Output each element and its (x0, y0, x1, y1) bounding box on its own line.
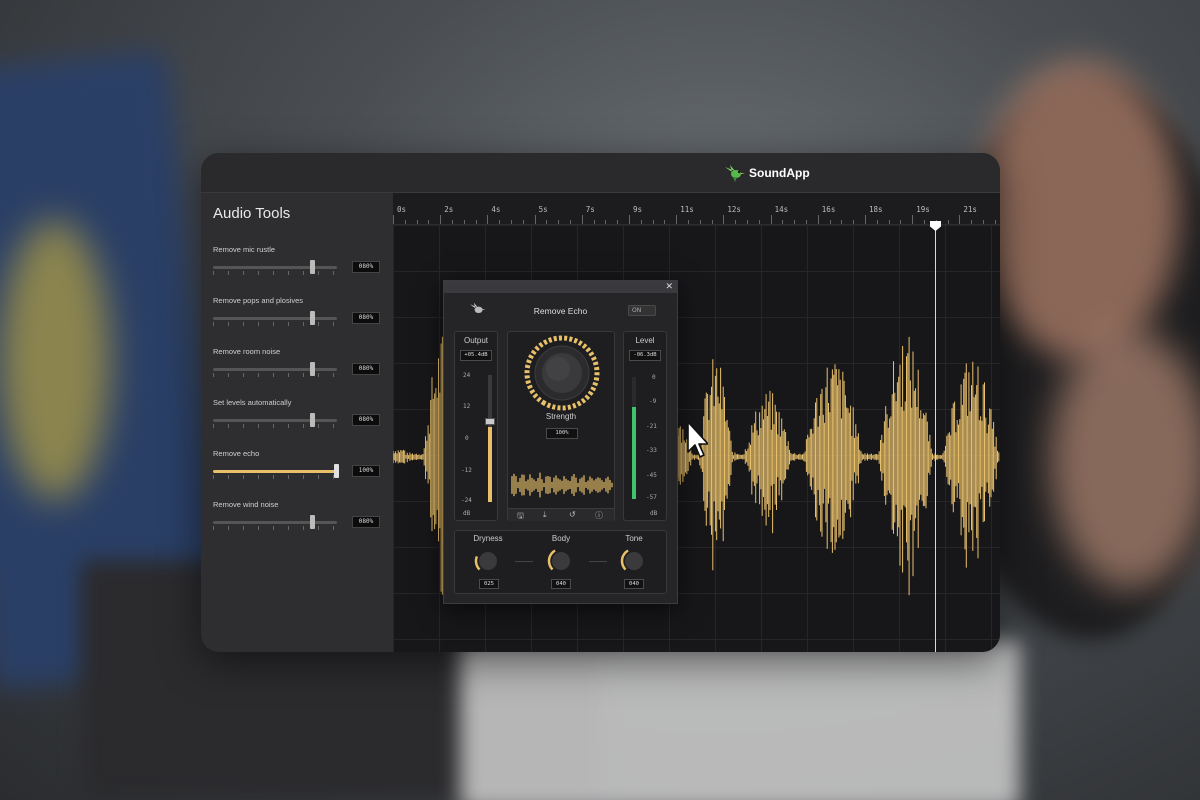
value-box[interactable]: 080% (352, 363, 380, 375)
plugin-title-bar[interactable]: ✕ (444, 281, 677, 293)
tool-remove-mic-rustle: Remove mic rustle 080% (213, 245, 383, 289)
sidebar-title: Audio Tools (213, 205, 291, 222)
tool-label: Remove room noise (213, 347, 281, 356)
slider-thumb[interactable] (310, 311, 315, 325)
level-panel: Level -06.3dB 0 -9 -21 -33 -45 -57 dB (623, 331, 667, 521)
tool-set-levels: Set levels automatically 080% (213, 398, 383, 442)
ruler-tick-label: 12s (727, 205, 741, 214)
dryness-group: Dryness (463, 534, 513, 543)
download-icon[interactable]: ⤓ (543, 510, 547, 520)
playhead-line[interactable] (935, 223, 936, 652)
slider-thumb[interactable] (310, 515, 315, 529)
strength-knob[interactable] (522, 335, 602, 411)
mini-waveform-path (511, 472, 613, 498)
slider-track[interactable] (213, 470, 337, 473)
info-icon[interactable]: ⓘ (595, 510, 603, 521)
body-label: Body (551, 534, 571, 543)
slider-thumb[interactable] (310, 260, 315, 274)
slider-track[interactable] (213, 419, 337, 422)
tool-label: Remove pops and plosives (213, 296, 304, 305)
plugin-actions: 🖫 ⤓ ↺ ⓘ (508, 508, 614, 521)
tone-knob[interactable] (620, 547, 648, 575)
tone-readout[interactable]: 040 (624, 579, 644, 589)
slider-track[interactable] (213, 266, 337, 269)
level-unit: dB (650, 510, 658, 517)
output-panel: Output +05.4dB 24 12 0 -12 -24 dB (454, 331, 498, 521)
tool-label: Remove mic rustle (213, 245, 276, 254)
strength-label: Strength (545, 412, 577, 421)
ruler-tick-label: 5s (538, 205, 548, 214)
value-box[interactable]: 080% (352, 312, 380, 324)
strength-readout[interactable]: 100% (546, 428, 578, 439)
save-icon[interactable]: 🖫 (517, 510, 524, 524)
ruler-tick-label: 4s (491, 205, 501, 214)
output-label: Output (463, 336, 488, 345)
title-bar: SoundApp (201, 153, 1000, 193)
output-fader-fill (488, 427, 492, 502)
slider-thumb[interactable] (310, 362, 315, 376)
slider-thumb[interactable] (334, 464, 339, 478)
tone-group: Tone (608, 534, 660, 543)
tool-remove-room-noise: Remove room noise 080% (213, 347, 383, 391)
app-name: SoundApp (749, 166, 810, 180)
body-readout[interactable]: 040 (551, 579, 571, 589)
timeline-ruler[interactable]: 0s 2s 4s 5s 7s 9s 11s 12s 14s 16s 18s 19s 21s (393, 193, 1000, 225)
slider-track[interactable] (213, 317, 337, 320)
value-box[interactable]: 100% (352, 465, 380, 477)
tool-remove-pops: Remove pops and plosives 080% (213, 296, 383, 340)
tool-label: Remove wind noise (213, 500, 279, 509)
reset-icon[interactable]: ↺ (569, 510, 576, 519)
ruler-tick-label: 21s (963, 205, 977, 214)
tone-label: Tone (625, 534, 643, 543)
ruler-tick-label: 16s (821, 205, 836, 214)
body-group: Body (535, 534, 587, 543)
output-unit: dB (463, 510, 471, 517)
cursor-arrow-icon (687, 421, 708, 458)
power-toggle[interactable]: ON (628, 305, 656, 316)
brand: SoundApp (723, 163, 810, 183)
tool-remove-wind-noise: Remove wind noise 080% (213, 500, 383, 544)
slider-track[interactable] (213, 368, 337, 371)
slider-thumb[interactable] (310, 413, 315, 427)
ruler-tick-label: 0s (397, 205, 407, 214)
remove-echo-plugin: ✕ Remove Echo ON Output +05.4dB 24 12 0 … (443, 280, 678, 604)
value-box[interactable]: 080% (352, 414, 380, 426)
ruler-tick-label: 14s (774, 205, 789, 214)
ruler-tick-label: 19s (916, 205, 930, 214)
level-meter-fill (632, 407, 636, 499)
output-fader-thumb[interactable] (485, 418, 495, 425)
dryness-label: Dryness (473, 534, 503, 543)
level-readout[interactable]: -06.3dB (629, 350, 661, 361)
ruler-tick-label: 7s (585, 205, 595, 214)
ruler-tick-label: 9s (633, 205, 643, 214)
ruler-tick-label: 11s (680, 205, 694, 214)
strength-panel: Strength 100% 🖫 ⤓ ↺ ⓘ (507, 331, 615, 521)
audio-tools-sidebar: Audio Tools Remove mic rustle 080% Remov… (201, 193, 393, 652)
ruler-tick-label: 2s (444, 205, 454, 214)
hummingbird-logo-icon (725, 165, 745, 182)
dryness-knob[interactable] (474, 547, 502, 575)
value-box[interactable]: 080% (352, 261, 380, 273)
mini-waveform (511, 472, 613, 498)
knobs-panel: Dryness 025 Body 040 Tone 040 (454, 530, 667, 594)
level-label: Level (635, 336, 655, 345)
tool-remove-echo: Remove echo 100% (213, 449, 383, 493)
ruler-tick-label: 18s (869, 205, 883, 214)
tool-label: Remove echo (213, 449, 260, 458)
slider-track[interactable] (213, 521, 337, 524)
dryness-readout[interactable]: 025 (479, 579, 499, 589)
output-readout[interactable]: +05.4dB (460, 350, 492, 361)
tool-label: Set levels automatically (213, 398, 292, 407)
value-box[interactable]: 080% (352, 516, 380, 528)
body-knob[interactable] (547, 547, 575, 575)
close-icon[interactable]: ✕ (665, 281, 673, 293)
